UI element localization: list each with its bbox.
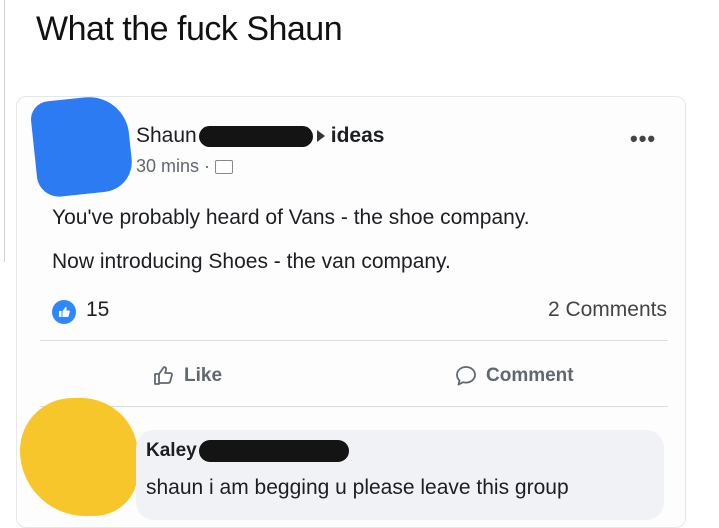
commenter-name[interactable]: Kaley bbox=[146, 440, 197, 462]
comment-button[interactable]: Comment bbox=[454, 364, 574, 388]
redacted-surname bbox=[198, 440, 349, 462]
speech-bubble-icon bbox=[456, 366, 476, 386]
comment-count[interactable]: 2 Comments bbox=[548, 298, 667, 322]
caret-right-icon bbox=[316, 130, 325, 142]
thumbs-up-icon bbox=[154, 366, 173, 385]
group-name[interactable]: ideas bbox=[331, 124, 385, 148]
divider bbox=[40, 406, 668, 407]
like-reaction-icon[interactable] bbox=[52, 300, 76, 324]
post-header: Shaun ideas bbox=[136, 124, 384, 148]
divider bbox=[40, 340, 668, 341]
edge-line bbox=[4, 0, 5, 262]
meme-caption: What the fuck Shaun bbox=[36, 10, 343, 48]
author-name[interactable]: Shaun bbox=[136, 124, 197, 148]
comment-label: Comment bbox=[486, 365, 574, 386]
audience-icon[interactable] bbox=[215, 159, 234, 174]
post-text-line: Now introducing Shoes - the van company. bbox=[52, 250, 451, 273]
post-text-line: You've probably heard of Vans - the shoe… bbox=[52, 206, 530, 229]
comment-text: shaun i am begging u please leave this g… bbox=[146, 476, 569, 499]
like-count[interactable]: 15 bbox=[86, 298, 109, 322]
like-button[interactable]: Like bbox=[152, 364, 222, 388]
post-meta: 30 mins · bbox=[136, 156, 234, 177]
more-options-icon[interactable]: ••• bbox=[630, 126, 656, 152]
like-label: Like bbox=[184, 365, 223, 386]
post-time[interactable]: 30 mins · bbox=[136, 156, 210, 177]
redacted-surname bbox=[198, 125, 313, 147]
comment-header: Kaley bbox=[146, 440, 349, 462]
